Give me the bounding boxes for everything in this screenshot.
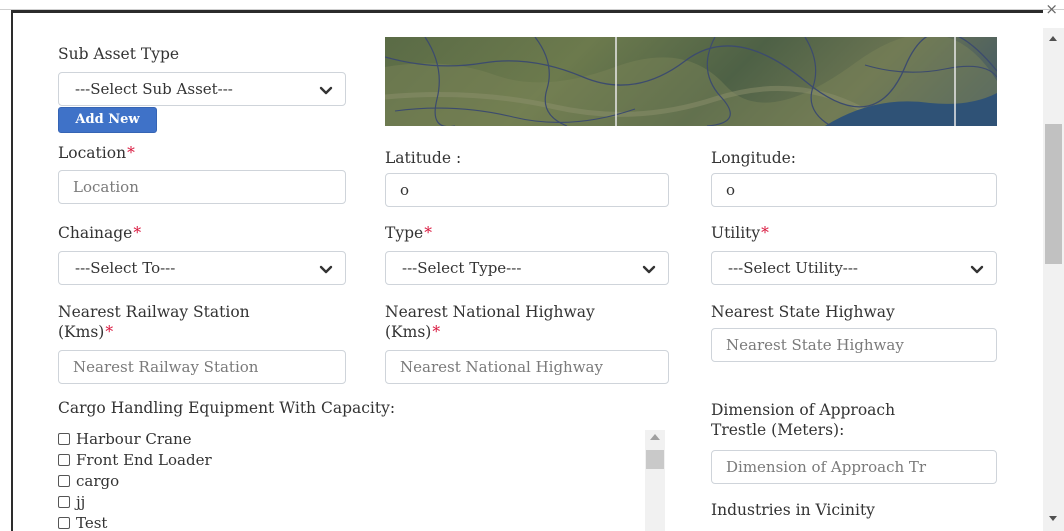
cargo-equipment-label: Cargo Handling Equipment With Capacity: <box>58 399 396 417</box>
required-mark: * <box>424 224 432 242</box>
type-select[interactable]: ---Select Type--- <box>385 251 669 285</box>
list-item[interactable]: Front End Loader <box>58 449 668 470</box>
list-item[interactable]: Harbour Crane <box>58 428 668 449</box>
checkbox-icon[interactable] <box>58 516 70 529</box>
scroll-down-arrow-icon[interactable] <box>1049 516 1057 521</box>
map-terrain <box>385 37 997 126</box>
state-highway-input[interactable]: Nearest State Highway <box>711 328 997 362</box>
latitude-label: Latitude : <box>385 149 462 167</box>
cargo-equipment-list: Harbour Crane Front End Loader cargo jj … <box>58 428 668 531</box>
utility-select[interactable]: ---Select Utility--- <box>711 251 997 285</box>
location-label-text: Location <box>58 144 127 162</box>
required-mark: * <box>761 224 769 242</box>
scroll-up-arrow-icon[interactable] <box>1049 36 1057 41</box>
location-label: Location* <box>58 143 135 163</box>
chainage-select-value: ---Select To--- <box>75 259 176 277</box>
page-scrollbar[interactable] <box>1043 28 1064 531</box>
chevron-down-icon <box>642 265 656 274</box>
add-new-button[interactable]: Add New <box>58 107 157 133</box>
required-mark: * <box>105 323 114 341</box>
chainage-label-text: Chainage <box>58 224 133 242</box>
trestle-label-line2: Trestle (Meters): <box>711 421 845 439</box>
checkbox-icon[interactable] <box>58 453 70 466</box>
state-highway-label: Nearest State Highway <box>711 303 895 321</box>
check-item-label: jj <box>76 492 86 511</box>
checkbox-icon[interactable] <box>58 495 70 508</box>
utility-label: Utility* <box>711 223 769 243</box>
scroll-up-arrow-icon[interactable] <box>650 434 660 440</box>
trestle-input[interactable]: Dimension of Approach Tr <box>711 450 997 484</box>
scroll-thumb[interactable] <box>1045 124 1062 264</box>
scroll-thumb[interactable] <box>646 450 664 469</box>
check-item-label: Front End Loader <box>76 450 212 469</box>
checkbox-icon[interactable] <box>58 432 70 445</box>
longitude-label: Longitude: <box>711 149 797 167</box>
sub-asset-select-value: ---Select Sub Asset--- <box>75 80 233 98</box>
railway-station-label-line1: Nearest Railway Station <box>58 303 250 321</box>
chevron-down-icon <box>970 265 984 274</box>
national-highway-label: Nearest National Highway (Kms)* <box>385 302 595 342</box>
check-item-label: cargo <box>76 471 120 490</box>
required-mark: * <box>432 323 441 341</box>
national-highway-input[interactable]: Nearest National Highway <box>385 350 669 384</box>
type-label: Type* <box>385 223 432 243</box>
sub-asset-select[interactable]: ---Select Sub Asset--- <box>58 72 346 106</box>
latitude-input[interactable]: o <box>385 173 669 207</box>
cargo-list-scrollbar[interactable] <box>645 430 665 531</box>
utility-select-value: ---Select Utility--- <box>728 259 858 277</box>
longitude-input[interactable]: o <box>711 173 997 207</box>
close-icon[interactable]: × <box>1045 0 1058 18</box>
industries-label: Industries in Vicinity <box>711 501 875 519</box>
type-select-value: ---Select Type--- <box>402 259 522 277</box>
railway-station-label: Nearest Railway Station (Kms)* <box>58 302 250 342</box>
list-item[interactable]: cargo <box>58 470 668 491</box>
list-item[interactable]: Test <box>58 512 668 531</box>
national-highway-label-line1: Nearest National Highway <box>385 303 595 321</box>
checkbox-icon[interactable] <box>58 474 70 487</box>
chevron-down-icon <box>319 86 333 95</box>
location-map[interactable] <box>385 37 997 126</box>
window-top-bar <box>0 0 1064 10</box>
trestle-label: Dimension of Approach Trestle (Meters): <box>711 400 895 440</box>
asset-form: Sub Asset Type ---Select Sub Asset--- Ad… <box>13 12 1043 531</box>
sub-asset-type-label: Sub Asset Type <box>58 45 180 63</box>
utility-label-text: Utility <box>711 224 761 242</box>
type-label-text: Type <box>385 224 424 242</box>
chainage-label: Chainage* <box>58 223 141 243</box>
required-mark: * <box>127 144 135 162</box>
list-item[interactable]: jj <box>58 491 668 512</box>
railway-station-label-line2: (Kms) <box>58 323 105 341</box>
trestle-label-line1: Dimension of Approach <box>711 401 896 419</box>
railway-station-input[interactable]: Nearest Railway Station <box>58 350 346 384</box>
national-highway-label-line2: (Kms) <box>385 323 432 341</box>
required-mark: * <box>133 224 142 242</box>
check-item-label: Test <box>76 513 108 531</box>
check-item-label: Harbour Crane <box>76 429 192 448</box>
chevron-down-icon <box>319 265 333 274</box>
location-input[interactable]: Location <box>58 170 346 204</box>
chainage-select[interactable]: ---Select To--- <box>58 251 346 285</box>
